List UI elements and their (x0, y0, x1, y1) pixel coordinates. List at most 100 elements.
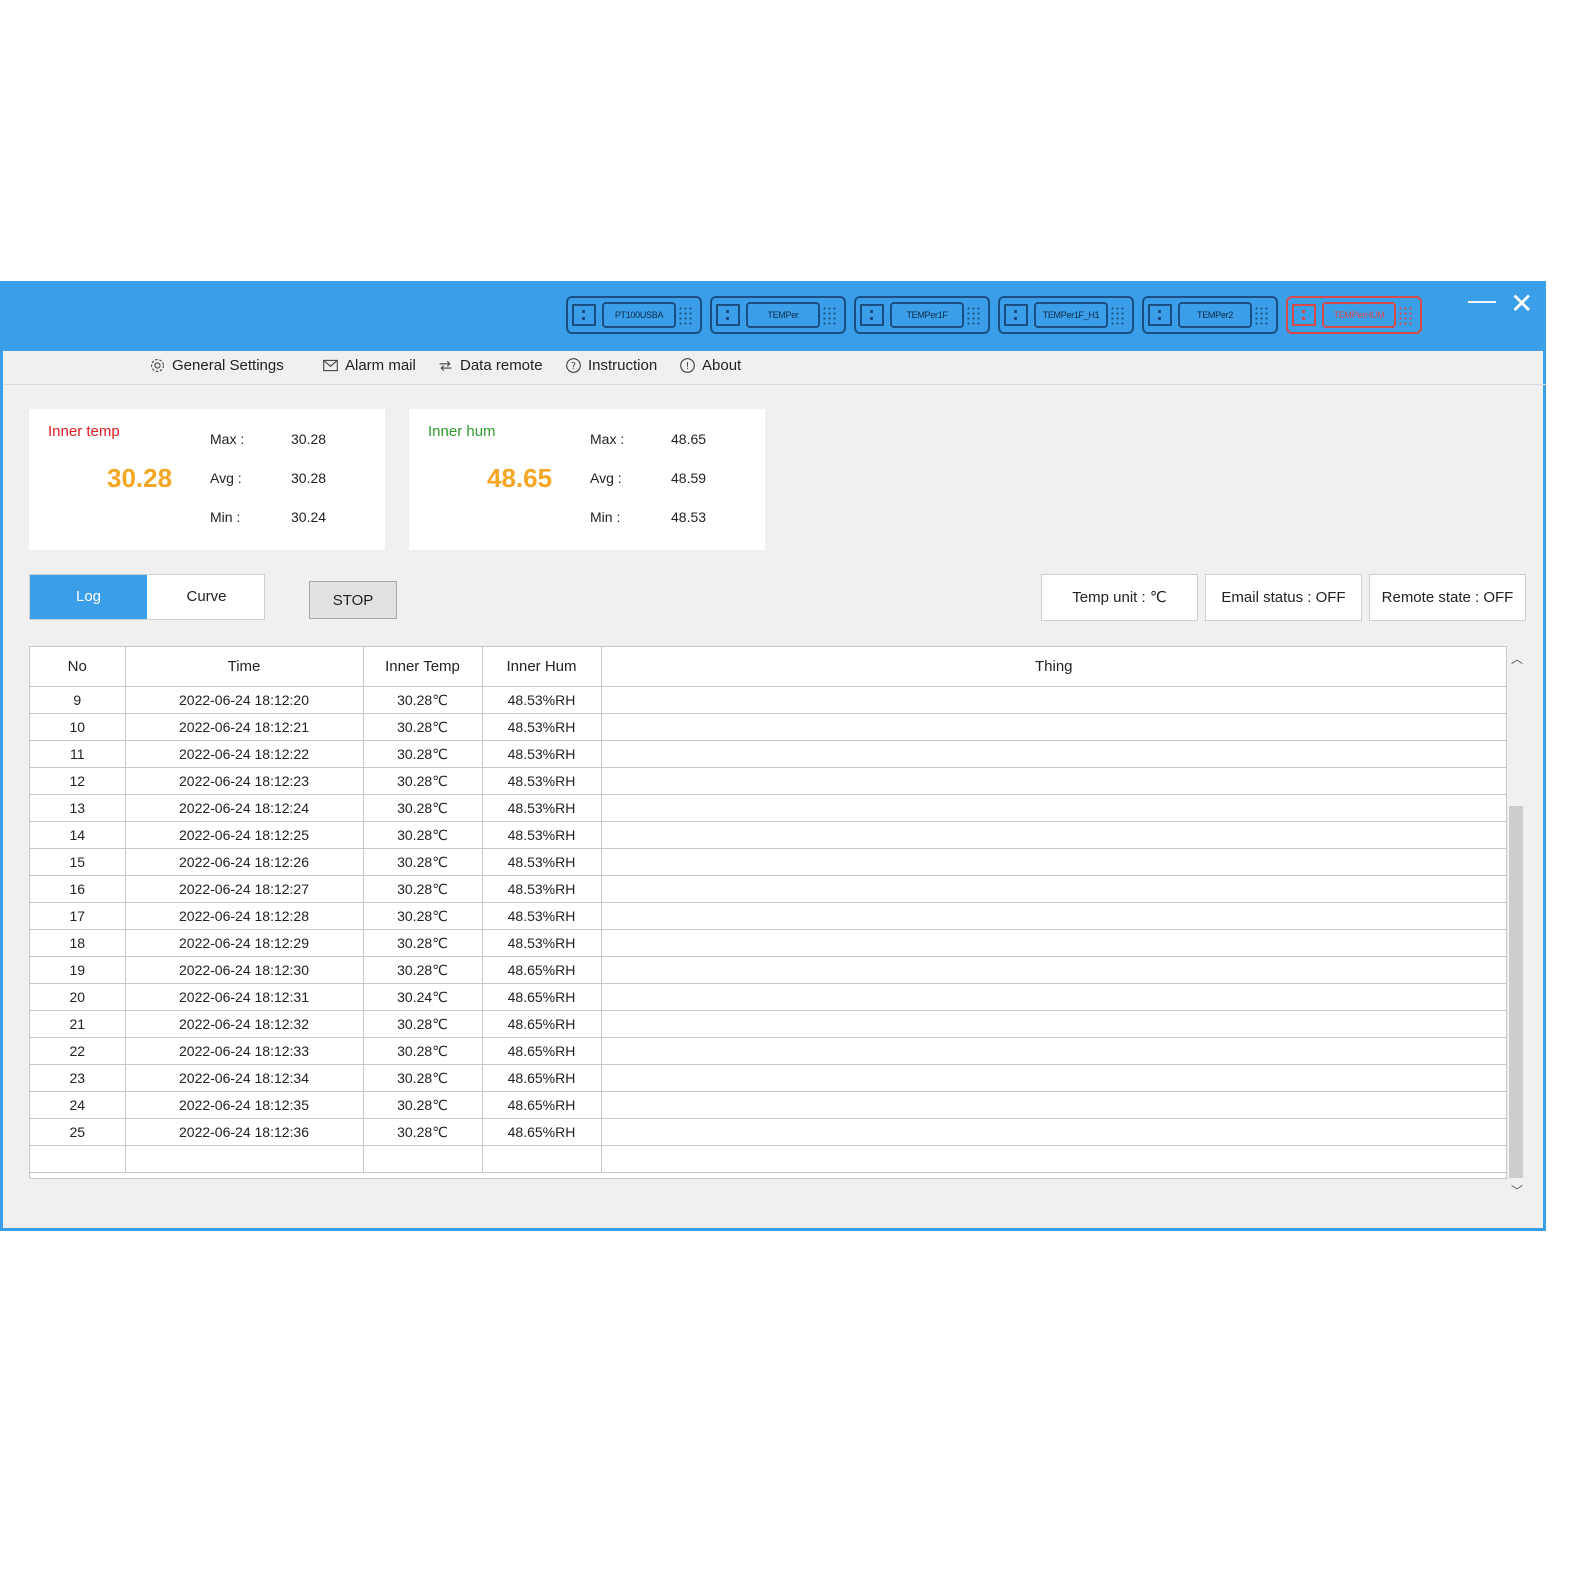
table-row[interactable]: 13 2022-06-24 18:12:24 30.28℃ 48.53%RH (30, 794, 1506, 822)
device-temper1f-h1[interactable]: TEMPer1F_H1 (998, 296, 1134, 334)
cell-inner-hum: 48.53%RH (482, 686, 602, 714)
device-pt100usba[interactable]: PT100USBA (566, 296, 702, 334)
menu-label: Data remote (460, 357, 543, 374)
device-selector: PT100USBA TEMPer TEMPer1F TEMPer1F_H1 TE… (566, 296, 1422, 336)
table-row[interactable]: 24 2022-06-24 18:12:35 30.28℃ 48.65%RH (30, 1091, 1506, 1119)
cell-thing (601, 1118, 1506, 1146)
cell-inner-temp: 30.28℃ (363, 767, 483, 795)
table-row[interactable]: 19 2022-06-24 18:12:30 30.28℃ 48.65%RH (30, 956, 1506, 984)
menu-general-settings[interactable]: General Settings (149, 357, 284, 374)
table-row[interactable]: 21 2022-06-24 18:12:32 30.28℃ 48.65%RH (30, 1010, 1506, 1038)
table-row[interactable]: 16 2022-06-24 18:12:27 30.28℃ 48.53%RH (30, 875, 1506, 903)
cell-time: 2022-06-24 18:12:32 (125, 1010, 364, 1038)
cell-time: 2022-06-24 18:12:22 (125, 740, 364, 768)
current-hum-value: 48.65 (487, 463, 553, 493)
cell-no: 23 (30, 1064, 126, 1092)
table-row[interactable]: 10 2022-06-24 18:12:21 30.28℃ 48.53%RH (30, 713, 1506, 741)
cell-thing (601, 821, 1506, 849)
device-label: TEMPer1F (890, 302, 964, 328)
scroll-down-icon[interactable]: ﹀ (1511, 1182, 1523, 1199)
col-header-inner-temp[interactable]: Inner Temp (363, 647, 483, 687)
app-window: PT100USBA TEMPer TEMPer1F TEMPer1F_H1 TE… (0, 281, 1546, 1231)
menu-instruction[interactable]: ? Instruction (565, 357, 657, 374)
max-value: 30.28 (291, 431, 327, 447)
stop-button[interactable]: STOP (309, 581, 397, 619)
cell-inner-temp: 30.28℃ (363, 713, 483, 741)
table-row[interactable]: 12 2022-06-24 18:12:23 30.28℃ 48.53%RH (30, 767, 1506, 795)
table-row[interactable]: 14 2022-06-24 18:12:25 30.28℃ 48.53%RH (30, 821, 1506, 849)
max-label: Max : (590, 431, 625, 447)
device-label: TEMPer1F_H1 (1034, 302, 1108, 328)
table-row[interactable]: 18 2022-06-24 18:12:29 30.28℃ 48.53%RH (30, 929, 1506, 957)
menu-alarm-mail[interactable]: Alarm mail (322, 357, 416, 374)
col-header-time[interactable]: Time (125, 647, 364, 687)
menu-about[interactable]: ! About (679, 357, 741, 374)
cell-no: 21 (30, 1010, 126, 1038)
device-temperhum[interactable]: TEMPerHUM (1286, 296, 1422, 334)
col-header-no[interactable]: No (30, 647, 126, 687)
cell-thing (601, 686, 1506, 714)
cell-inner-hum: 48.65%RH (482, 1064, 602, 1092)
cell-inner-hum: 48.65%RH (482, 983, 602, 1011)
cell-thing (601, 929, 1506, 957)
cell-inner-hum: 48.53%RH (482, 929, 602, 957)
avg-label: Avg : (590, 470, 622, 486)
close-icon[interactable]: ✕ (1510, 289, 1533, 319)
cell-time: 2022-06-24 18:12:26 (125, 848, 364, 876)
tab-log[interactable]: Log (30, 575, 147, 619)
device-temper1f[interactable]: TEMPer1F (854, 296, 990, 334)
menu-label: General Settings (172, 357, 284, 374)
table-row[interactable]: 9 2022-06-24 18:12:20 30.28℃ 48.53%RH (30, 686, 1506, 714)
cell-time: 2022-06-24 18:12:20 (125, 686, 364, 714)
table-row[interactable]: 23 2022-06-24 18:12:34 30.28℃ 48.65%RH (30, 1064, 1506, 1092)
cell-inner-temp: 30.28℃ (363, 1064, 483, 1092)
cell-thing (601, 1145, 1506, 1173)
tab-curve[interactable]: Curve (148, 575, 265, 619)
table-row[interactable]: 20 2022-06-24 18:12:31 30.24℃ 48.65%RH (30, 983, 1506, 1011)
table-row[interactable]: 11 2022-06-24 18:12:22 30.28℃ 48.53%RH (30, 740, 1506, 768)
table-row[interactable] (30, 1145, 1506, 1173)
cell-no: 18 (30, 929, 126, 957)
cell-inner-temp: 30.28℃ (363, 1010, 483, 1038)
col-header-inner-hum[interactable]: Inner Hum (482, 647, 602, 687)
grip-icon (822, 306, 838, 326)
cell-thing (601, 767, 1506, 795)
device-temper[interactable]: TEMPer (710, 296, 846, 334)
cell-thing (601, 794, 1506, 822)
cell-time: 2022-06-24 18:12:31 (125, 983, 364, 1011)
cell-no: 16 (30, 875, 126, 903)
table-row[interactable]: 15 2022-06-24 18:12:26 30.28℃ 48.53%RH (30, 848, 1506, 876)
inner-hum-card: Inner hum 48.65 Max : 48.65 Avg : 48.59 … (409, 409, 765, 550)
col-header-thing[interactable]: Thing (601, 647, 1506, 687)
cell-no: 22 (30, 1037, 126, 1065)
cell-inner-temp: 30.28℃ (363, 740, 483, 768)
gear-icon (150, 358, 165, 373)
cell-no: 19 (30, 956, 126, 984)
cell-time: 2022-06-24 18:12:34 (125, 1064, 364, 1092)
cell-inner-hum: 48.53%RH (482, 713, 602, 741)
cell-inner-hum: 48.65%RH (482, 956, 602, 984)
table-header-row: No Time Inner Temp Inner Hum Thing (30, 647, 1506, 687)
cell-inner-hum (482, 1145, 602, 1173)
table-scrollbar[interactable]: ︿ ﹀ (1507, 646, 1527, 1199)
scroll-thumb[interactable] (1509, 806, 1523, 1178)
cell-thing (601, 1091, 1506, 1119)
table-row[interactable]: 22 2022-06-24 18:12:33 30.28℃ 48.65%RH (30, 1037, 1506, 1065)
menu-bar: General Settings Alarm mail Data remote … (3, 351, 1546, 385)
minimize-icon[interactable]: — (1468, 285, 1496, 315)
table-body: 9 2022-06-24 18:12:20 30.28℃ 48.53%RH 10 2022… (30, 686, 1506, 1173)
email-status-button[interactable]: Email status : OFF (1205, 574, 1362, 621)
max-value: 48.65 (671, 431, 707, 447)
remote-state-button[interactable]: Remote state : OFF (1369, 574, 1526, 621)
device-temper2[interactable]: TEMPer2 (1142, 296, 1278, 334)
temp-unit-button[interactable]: Temp unit : ℃ (1041, 574, 1198, 621)
cell-inner-hum: 48.65%RH (482, 1118, 602, 1146)
table-row[interactable]: 17 2022-06-24 18:12:28 30.28℃ 48.53%RH (30, 902, 1506, 930)
mail-icon (323, 359, 338, 372)
usb-plug-icon (1148, 304, 1172, 326)
cell-inner-hum: 48.53%RH (482, 875, 602, 903)
menu-data-remote[interactable]: Data remote (437, 357, 543, 374)
table-row[interactable]: 25 2022-06-24 18:12:36 30.28℃ 48.65%RH (30, 1118, 1506, 1146)
cell-no (30, 1145, 126, 1173)
scroll-up-icon[interactable]: ︿ (1511, 650, 1523, 667)
